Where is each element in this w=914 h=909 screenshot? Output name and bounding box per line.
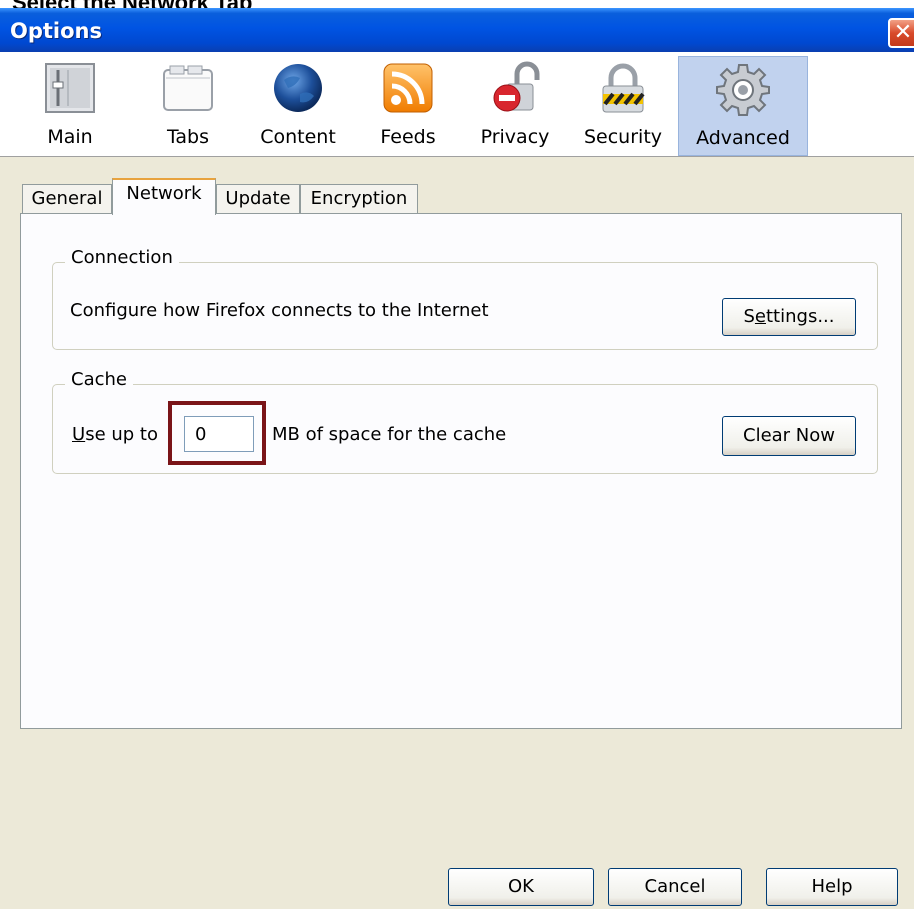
globe-icon <box>274 64 322 112</box>
tab-encryption[interactable]: Encryption <box>300 184 418 214</box>
close-icon: ✕ <box>893 20 913 45</box>
use-up-to-text: se up to <box>85 424 158 445</box>
pane-label: Content <box>260 126 336 148</box>
connection-description: Configure how Firefox connects to the In… <box>70 300 489 321</box>
pane-privacy[interactable]: Privacy <box>465 56 565 156</box>
title-bar: Options ✕ <box>0 8 914 52</box>
use-up-to-accel-key: U <box>72 424 86 445</box>
clear-now-button[interactable]: Clear Now <box>722 416 856 456</box>
help-button[interactable]: Help <box>766 868 898 906</box>
pane-main[interactable]: Main <box>20 56 120 156</box>
preferences-pane-toolbar: Main Tabs Content Feeds Privacy Security… <box>0 52 914 157</box>
cache-size-input[interactable] <box>184 416 254 452</box>
cache-legend: Cache <box>65 369 133 390</box>
main-icon <box>45 63 95 113</box>
gear-icon <box>716 64 770 116</box>
use-up-to-label: Use up to <box>72 424 158 445</box>
pane-feeds[interactable]: Feeds <box>358 56 458 156</box>
tabs-icon <box>163 65 213 111</box>
rss-feed-icon <box>383 63 433 113</box>
close-button[interactable]: ✕ <box>888 18 914 48</box>
pane-advanced[interactable]: Advanced <box>678 56 808 156</box>
settings-button[interactable]: Settings... <box>722 298 856 336</box>
cache-size-suffix: MB of space for the cache <box>272 424 507 445</box>
connection-legend: Connection <box>65 247 179 268</box>
tab-general[interactable]: General <box>22 184 112 214</box>
privacy-lock-icon <box>493 61 540 112</box>
tab-update[interactable]: Update <box>216 184 300 214</box>
pane-security[interactable]: Security <box>573 56 673 156</box>
tab-network[interactable]: Network <box>112 178 216 215</box>
pane-tabs[interactable]: Tabs <box>138 56 238 156</box>
security-padlock-icon <box>602 63 645 113</box>
pane-label: Security <box>583 126 663 148</box>
cancel-button[interactable]: Cancel <box>608 868 742 906</box>
pane-label: Privacy <box>480 126 550 148</box>
window-title: Options <box>10 19 102 43</box>
pane-label: Feeds <box>380 126 436 148</box>
settings-label-prefix: S <box>743 306 755 327</box>
settings-accel-key: e <box>754 306 766 327</box>
settings-label-suffix: ttings... <box>766 306 835 327</box>
pane-label: Tabs <box>166 126 210 148</box>
pane-label: Main <box>47 126 93 148</box>
pane-label: Advanced <box>696 127 790 149</box>
ok-button[interactable]: OK <box>448 868 594 906</box>
pane-content[interactable]: Content <box>248 56 348 156</box>
